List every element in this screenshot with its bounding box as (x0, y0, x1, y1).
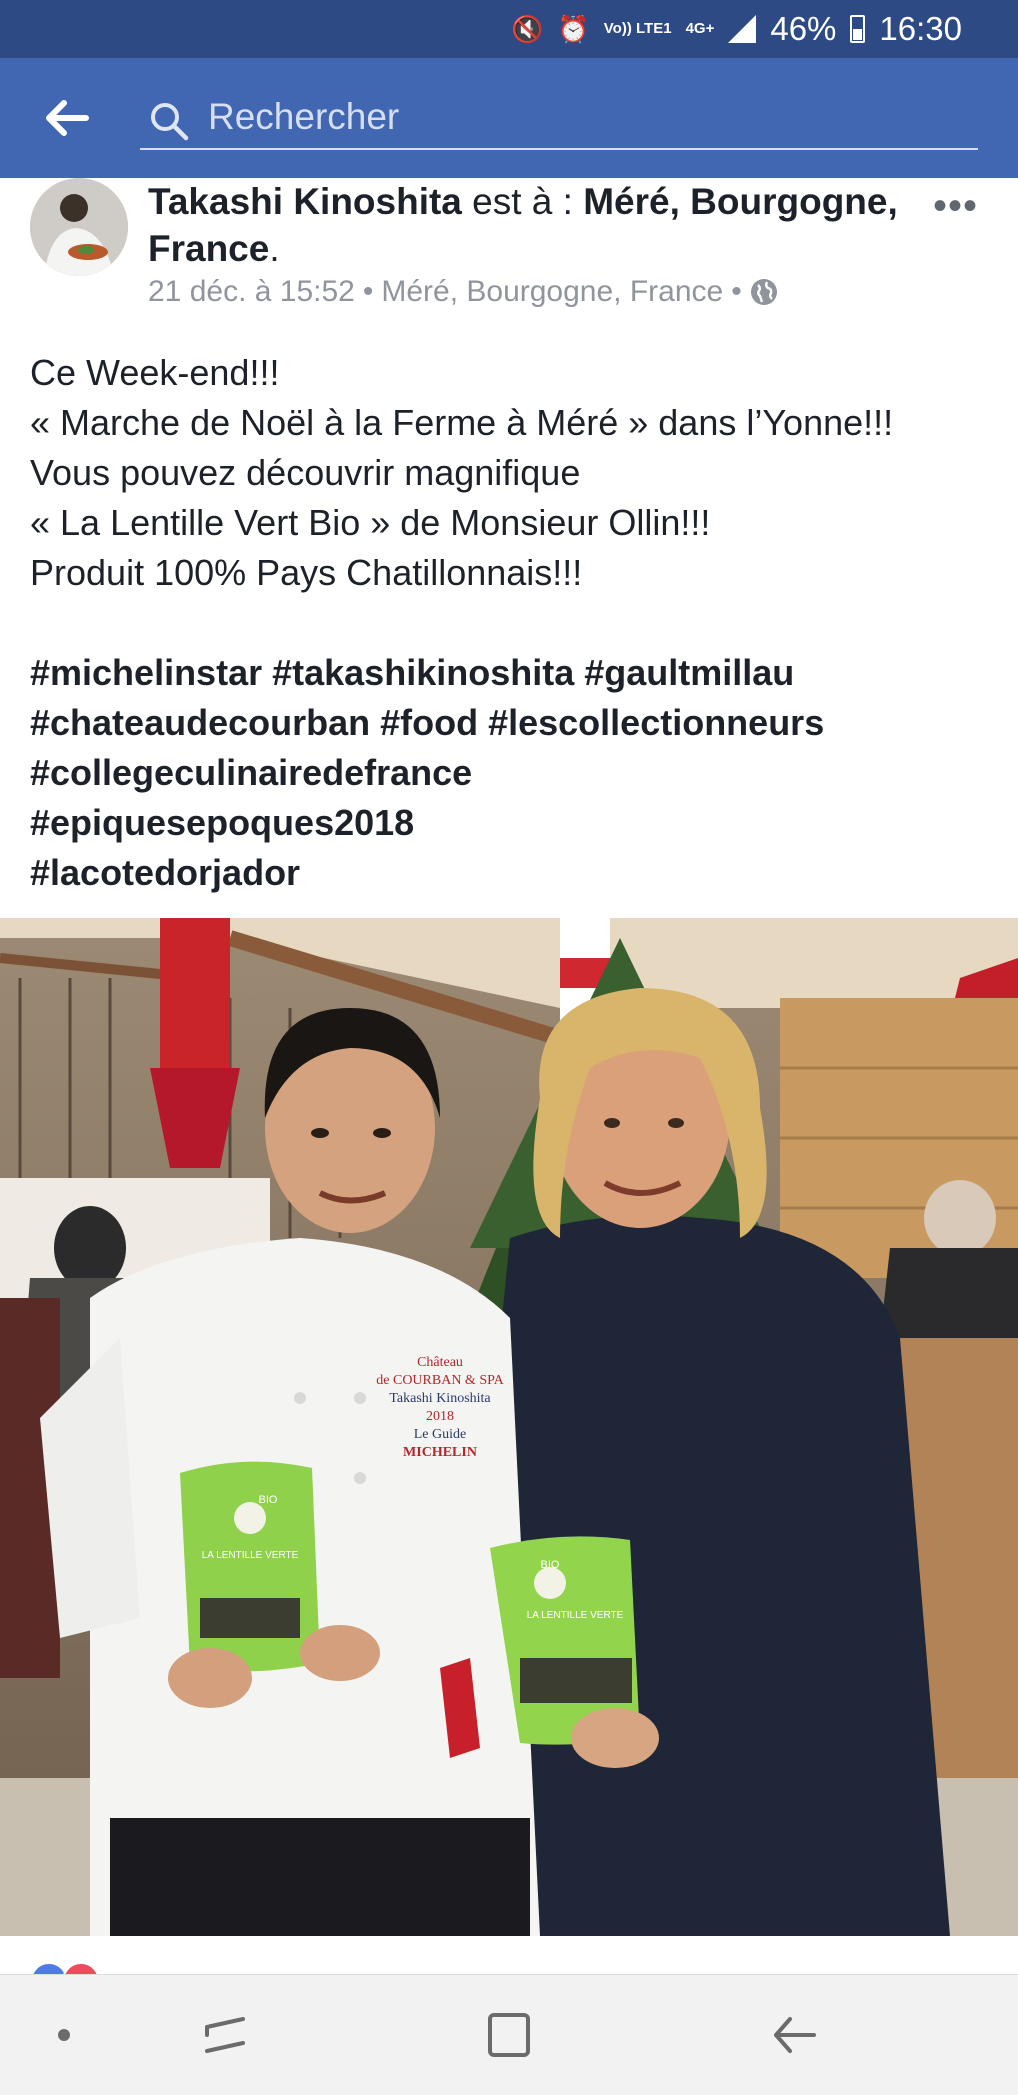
post-text-line: Ce Week-end!!! (30, 352, 280, 393)
package-label-text: BIO (259, 1494, 278, 1506)
network-label: Vo)) LTE1 (603, 20, 672, 37)
home-square-icon (488, 2013, 530, 2057)
jacket-embroidery-text: Château (417, 1355, 463, 1370)
back-nav-button[interactable] (766, 2009, 826, 2061)
nav-dot-button[interactable] (34, 2009, 94, 2061)
author-name[interactable]: Takashi Kinoshita (148, 181, 462, 222)
jacket-embroidery-text: de COURBAN & SPA (376, 1373, 504, 1388)
avatar[interactable] (30, 178, 128, 276)
jacket-embroidery-text: Takashi Kinoshita (389, 1391, 491, 1406)
globe-icon (750, 279, 777, 305)
hashtag-line[interactable]: #epiquesepoques2018 (30, 798, 990, 848)
post-text-line: Vous pouvez découvrir magnifique (30, 452, 581, 493)
post-text-spacer (30, 598, 990, 648)
more-options-button[interactable]: ••• (933, 184, 978, 229)
meta-location[interactable]: Méré, Bourgogne, France (381, 275, 723, 309)
battery-icon (850, 15, 866, 43)
hashtag-line[interactable]: #collegeculinairedefrance (30, 748, 990, 798)
mute-icon: 🔇 (511, 13, 544, 44)
status-bar: 🔇 ⏰ Vo)) LTE1 4G+ 46% 16:30 (0, 0, 1018, 58)
search-icon (151, 103, 189, 141)
network-type: 4G+ (685, 20, 715, 37)
post-text-line: « La Lentille Vert Bio » de Monsieur Oll… (30, 502, 711, 543)
hashtag-line[interactable]: #lacotedorjador (30, 848, 990, 898)
home-button[interactable] (478, 2009, 538, 2061)
hashtag-line[interactable]: #michelinstar #takashikinoshita #gaultmi… (30, 648, 990, 698)
post-text-line: Produit 100% Pays Chatillonnais!!! (30, 552, 583, 593)
recent-apps-button[interactable] (195, 2009, 255, 2061)
hashtag-line[interactable]: #chateaudecourban #food #lescollectionne… (30, 698, 990, 748)
post-timestamp[interactable]: 21 déc. à 15:52 (148, 275, 355, 309)
post-author-line: Takashi Kinoshita est à : Méré, Bourgogn… (148, 178, 908, 272)
signal-icon (728, 15, 757, 43)
battery-percent: 46% (770, 10, 837, 47)
search-header: Rechercher (0, 58, 1018, 178)
post-meta: 21 déc. à 15:52 • Méré, Bourgogne, Franc… (148, 275, 778, 309)
clock: 16:30 (879, 10, 962, 47)
jacket-embroidery-text: MICHELIN (403, 1445, 477, 1460)
alarm-icon: ⏰ (557, 13, 590, 44)
post-text-line: « Marche de Noël à la Ferme à Méré » dan… (30, 402, 894, 443)
package-label-text: LA LENTILLE VERTE (527, 1610, 624, 1621)
jacket-embroidery-text: 2018 (426, 1409, 454, 1424)
post-text: Ce Week-end!!! « Marche de Noël à la Fer… (30, 348, 990, 898)
android-nav-bar (0, 1974, 1018, 2095)
search-placeholder: Rechercher (208, 96, 400, 137)
meta-separator-2: • (731, 275, 742, 308)
home-dot-icon (58, 2029, 70, 2041)
back-arrow-icon (46, 100, 89, 136)
recent-apps-icon (205, 2017, 245, 2053)
location-suffix: . (269, 228, 280, 269)
post-photo[interactable]: Château de COURBAN & SPA Takashi Kinoshi… (0, 918, 1018, 1936)
search-input[interactable]: Rechercher (140, 88, 978, 150)
meta-separator: • (362, 275, 374, 308)
avatar-image (30, 178, 128, 276)
package-label-text: LA LENTILLE VERTE (202, 1550, 299, 1561)
location-prefix: est à : (472, 181, 573, 222)
photo-illustration: Château de COURBAN & SPA Takashi Kinoshi… (0, 918, 1018, 1936)
jacket-embroidery-text: Le Guide (414, 1427, 466, 1442)
package-label-text: BIO (541, 1559, 560, 1571)
back-button[interactable] (40, 94, 96, 142)
back-icon (774, 2017, 816, 2053)
